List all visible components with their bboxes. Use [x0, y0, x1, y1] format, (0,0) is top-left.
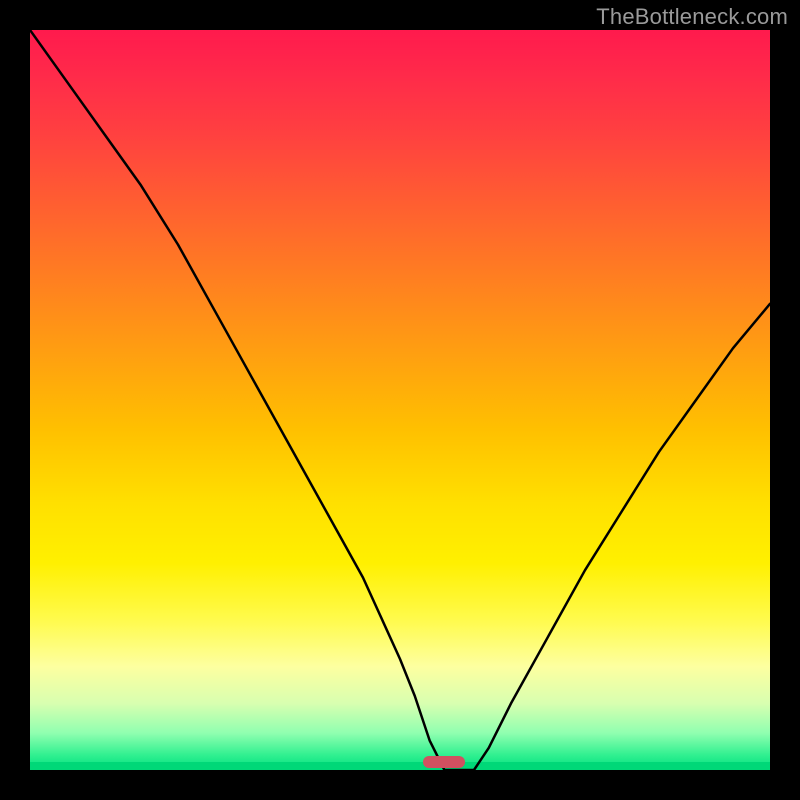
optimal-point-marker [423, 756, 465, 768]
attribution-label: TheBottleneck.com [596, 4, 788, 30]
bottleneck-curve [30, 30, 770, 770]
chart-frame: TheBottleneck.com [0, 0, 800, 800]
plot-area [30, 30, 770, 770]
